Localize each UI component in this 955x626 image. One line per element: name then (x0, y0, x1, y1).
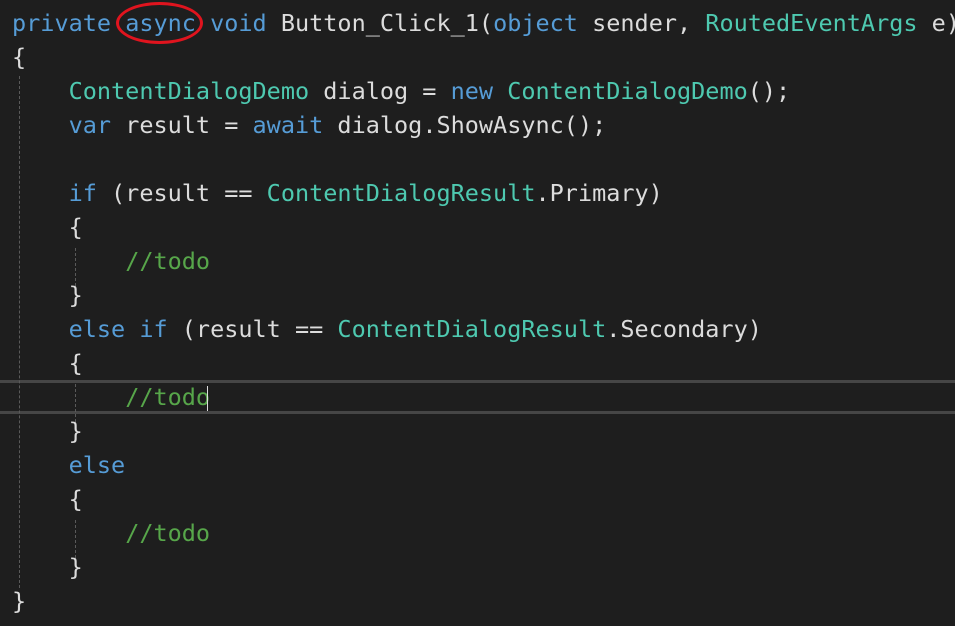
code-type-name: ContentDialogDemo (68, 77, 310, 105)
code-text: e) (931, 9, 955, 37)
code-text: .Primary) (535, 179, 663, 207)
code-type-name: ContentDialogResult (266, 179, 536, 207)
code-line: } (0, 414, 955, 448)
code-line: var result = await dialog.ShowAsync(); (0, 108, 955, 142)
code-line: if (result == ContentDialogResult.Primar… (0, 176, 955, 210)
code-line: //todo (0, 244, 955, 278)
code-line: { (0, 40, 955, 74)
code-line: } (0, 550, 955, 584)
code-keyword: object (493, 9, 578, 37)
code-comment: //todo (125, 247, 211, 275)
code-text: (); (747, 77, 791, 105)
code-keyword: if (139, 315, 168, 343)
code-keyword: if (68, 179, 97, 207)
code-text: { (12, 349, 83, 377)
code-keyword: void (210, 9, 267, 37)
code-keyword: private (12, 9, 126, 37)
code-text: result = (111, 111, 253, 139)
code-text: sender, (577, 9, 706, 37)
code-keyword: else (68, 451, 126, 479)
code-keyword: var (68, 111, 112, 139)
code-editor[interactable]: private async void Button_Click_1(object… (0, 0, 955, 626)
code-comment: //todo (125, 383, 211, 411)
code-type-name: ContentDialogDemo (507, 77, 748, 105)
code-text: } (12, 553, 83, 581)
code-text: (result == (96, 179, 267, 207)
code-text: { (12, 43, 27, 71)
code-text: { (12, 485, 83, 513)
code-comment: //todo (125, 519, 211, 547)
code-type-name: RoutedEventArgs (705, 9, 918, 37)
code-keyword: await (252, 111, 324, 139)
text-caret (207, 386, 208, 411)
code-line: //todo (0, 380, 955, 414)
code-line: } (0, 584, 955, 618)
code-text: dialog.ShowAsync(); (323, 111, 607, 139)
code-line: ContentDialogDemo dialog = new ContentDi… (0, 74, 955, 108)
code-keyword: new (450, 77, 494, 105)
code-text: Button_Click_1( (266, 9, 494, 37)
code-line: else if (result == ContentDialogResult.S… (0, 312, 955, 346)
code-text: } (12, 417, 83, 445)
code-type-name: ContentDialogResult (337, 315, 607, 343)
code-text: .Secondary) (606, 315, 762, 343)
code-line: //todo (0, 516, 955, 550)
code-line: } (0, 278, 955, 312)
code-line: else (0, 448, 955, 482)
code-line: { (0, 482, 955, 516)
code-line: { (0, 346, 955, 380)
code-text: } (12, 281, 83, 309)
async-keyword-highlight-circle (116, 2, 203, 44)
code-text: (result == (167, 315, 338, 343)
code-text: } (12, 587, 27, 615)
code-text: dialog = (309, 77, 451, 105)
code-text: { (12, 213, 83, 241)
code-line: { (0, 210, 955, 244)
code-keyword: else (68, 315, 126, 343)
